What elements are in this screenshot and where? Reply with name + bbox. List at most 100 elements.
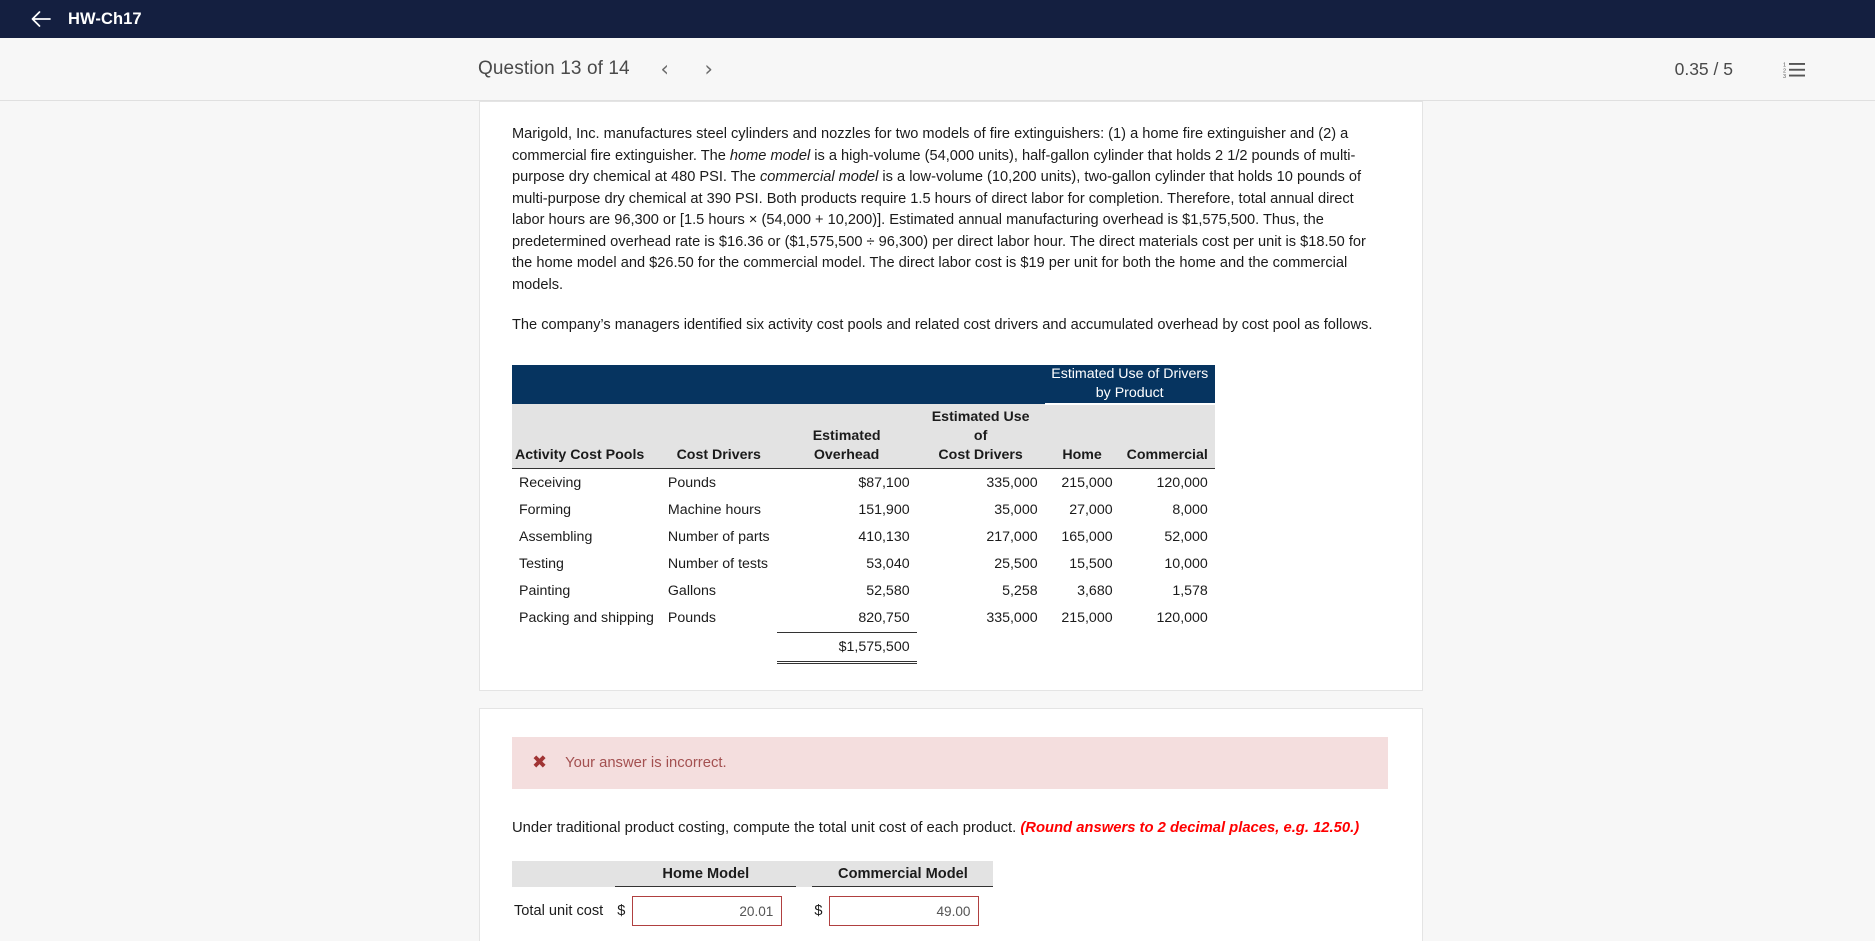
commercial-input-cell — [829, 887, 993, 936]
cell-use-of-drivers: 5,258 — [1002, 583, 1038, 599]
cell-pool: Receiving — [519, 475, 582, 491]
overhead-total-value: $1,575,500 — [776, 632, 917, 664]
cell-commercial: 120,000 — [1156, 610, 1208, 627]
cell-use-of-drivers: 335,000 — [986, 610, 1038, 627]
cell-home: 215,000 — [1061, 610, 1113, 627]
header-activity-cost-pools: Activity Cost Pools — [512, 403, 661, 469]
table-row: Forming Machine hours 151,900 35,000 27,… — [512, 497, 1215, 524]
answer-section-card: ✖ Your answer is incorrect. Under tradit… — [479, 708, 1423, 941]
cell-overhead: 410,130 — [858, 529, 910, 545]
question-nav-bar: Question 13 of 14 ‹ › 0.35 / 5 1 2 3 — [0, 38, 1875, 101]
previous-question-button[interactable]: ‹ — [656, 58, 674, 80]
cell-pool: Packing and shipping — [519, 610, 654, 627]
cell-use-of-drivers: 25,500 — [994, 556, 1038, 572]
table-row: Packing and shipping Pounds 820,750 335,… — [512, 605, 1215, 633]
rounding-note: (Round answers to 2 decimal places, e.g.… — [1020, 820, 1360, 836]
next-question-button[interactable]: › — [700, 58, 718, 80]
cell-overhead: 52,580 — [866, 583, 910, 599]
answer-header-spacer — [512, 861, 616, 887]
cell-use-of-drivers: 217,000 — [986, 529, 1038, 545]
header-commercial: Commercial — [1119, 403, 1215, 469]
home-currency-symbol: $ — [617, 903, 626, 919]
table-row: Receiving Pounds $87,100 335,000 215,000… — [512, 470, 1215, 497]
question-paragraph-1-part-c: is a low-volume (10,200 units), two-gall… — [512, 169, 1366, 293]
cell-use-of-drivers: 335,000 — [986, 475, 1038, 491]
header-estimated-use-of-cost-drivers: Estimated Use of Cost Drivers — [916, 403, 1045, 469]
cell-driver: Pounds — [667, 610, 717, 627]
question-page-body: Marigold, Inc. manufactures steel cylind… — [0, 101, 1875, 941]
cell-overhead: $87,100 — [858, 475, 910, 491]
cell-driver: Number of parts — [667, 529, 770, 545]
home-input-cell — [632, 887, 796, 936]
question-instruction: Under traditional product costing, compu… — [512, 818, 1388, 838]
overhead-table-band-row: Estimated Use of Drivers by Product — [512, 364, 1215, 405]
incorrect-answer-banner: ✖ Your answer is incorrect. — [512, 737, 1388, 789]
answer-table-header-row: Home Model Commercial Model — [512, 861, 994, 887]
app-title: HW-Ch17 — [68, 9, 142, 28]
cell-driver: Machine hours — [667, 502, 761, 518]
table-row: Painting Gallons 52,580 5,258 3,680 1,57… — [512, 578, 1215, 605]
cell-pool: Testing — [519, 556, 564, 572]
answer-header-home-model: Home Model — [615, 861, 797, 887]
question-paragraph-2: The company’s managers identified six ac… — [512, 317, 1373, 333]
band-empty-cell — [512, 364, 1045, 404]
header-cost-drivers: Cost Drivers — [660, 403, 777, 469]
svg-text:3: 3 — [1783, 74, 1786, 78]
cell-use-of-drivers: 35,000 — [994, 502, 1038, 518]
cell-pool: Assembling — [519, 529, 593, 545]
cell-driver: Number of tests — [667, 556, 769, 572]
cell-commercial: 1,578 — [1172, 583, 1208, 599]
incorrect-answer-message: Your answer is incorrect. — [565, 755, 727, 771]
answer-header-gap — [796, 861, 813, 887]
cell-home: 165,000 — [1061, 529, 1113, 545]
commercial-model-total-unit-cost-input[interactable] — [829, 896, 980, 926]
question-nav-center: Question 13 of 14 ‹ › — [478, 58, 718, 80]
answer-header-commercial-model: Commercial Model — [812, 861, 994, 887]
overhead-table-body: Receiving Pounds $87,100 335,000 215,000… — [512, 468, 1215, 664]
answer-row-label: Total unit cost — [514, 902, 604, 919]
home-model-emphasis: home model — [729, 147, 811, 164]
table-row: Assembling Number of parts 410,130 217,0… — [512, 524, 1215, 551]
answer-table-row: Total unit cost $ $ — [512, 887, 993, 936]
cell-home: 3,680 — [1077, 583, 1113, 599]
app-header-bar: HW-Ch17 — [0, 0, 1875, 38]
cell-pool: Painting — [519, 583, 571, 599]
question-counter: Question 13 of 14 — [478, 58, 630, 79]
cell-overhead: 820,750 — [858, 610, 910, 626]
cell-commercial: 10,000 — [1164, 556, 1208, 572]
cell-home: 27,000 — [1069, 502, 1113, 518]
numbered-list-icon[interactable]: 1 2 3 — [1783, 61, 1805, 78]
commercial-model-emphasis: commercial model — [759, 169, 879, 185]
cell-overhead: 53,040 — [866, 556, 910, 572]
x-mark-icon: ✖ — [532, 752, 548, 773]
header-estimated-use-line-2: Cost Drivers — [938, 446, 1023, 463]
overhead-cost-pool-table: Estimated Use of Drivers by Product Acti… — [512, 364, 1215, 664]
table-row: Testing Number of tests 53,040 25,500 15… — [512, 551, 1215, 578]
drivers-by-product-band: Estimated Use of Drivers by Product — [1044, 364, 1215, 405]
header-home: Home — [1044, 403, 1120, 469]
header-estimated-use-line-1: Estimated Use of — [931, 408, 1030, 444]
cell-overhead: 151,900 — [858, 502, 910, 518]
answer-input-table: Home Model Commercial Model Total unit c… — [512, 861, 994, 936]
question-prose: Marigold, Inc. manufactures steel cylind… — [496, 124, 1404, 337]
cell-commercial: 120,000 — [1156, 475, 1208, 491]
question-content-card: Marigold, Inc. manufactures steel cylind… — [479, 101, 1423, 691]
cell-driver: Gallons — [667, 583, 716, 599]
instruction-text: Under traditional product costing, compu… — [512, 820, 1021, 836]
question-paragraph-1: Marigold, Inc. manufactures steel cylind… — [512, 124, 1390, 296]
question-nav-right: 0.35 / 5 1 2 3 — [1675, 59, 1805, 80]
cell-commercial: 8,000 — [1172, 502, 1208, 518]
overhead-table-header-row: Activity Cost Pools Cost Drivers Estimat… — [512, 403, 1215, 469]
back-arrow-icon[interactable] — [30, 8, 52, 30]
cell-home: 15,500 — [1069, 556, 1113, 572]
header-estimated-overhead: Estimated Overhead — [776, 403, 917, 469]
answer-row-gap — [796, 887, 812, 936]
commercial-currency-symbol: $ — [814, 903, 823, 919]
cell-commercial: 52,000 — [1164, 529, 1208, 545]
cell-pool: Forming — [519, 502, 572, 518]
overhead-total-row: $1,575,500 — [512, 632, 1215, 664]
cell-driver: Pounds — [667, 475, 717, 491]
home-model-total-unit-cost-input[interactable] — [632, 896, 783, 926]
score-display: 0.35 / 5 — [1674, 58, 1733, 79]
cell-home: 215,000 — [1061, 475, 1113, 491]
